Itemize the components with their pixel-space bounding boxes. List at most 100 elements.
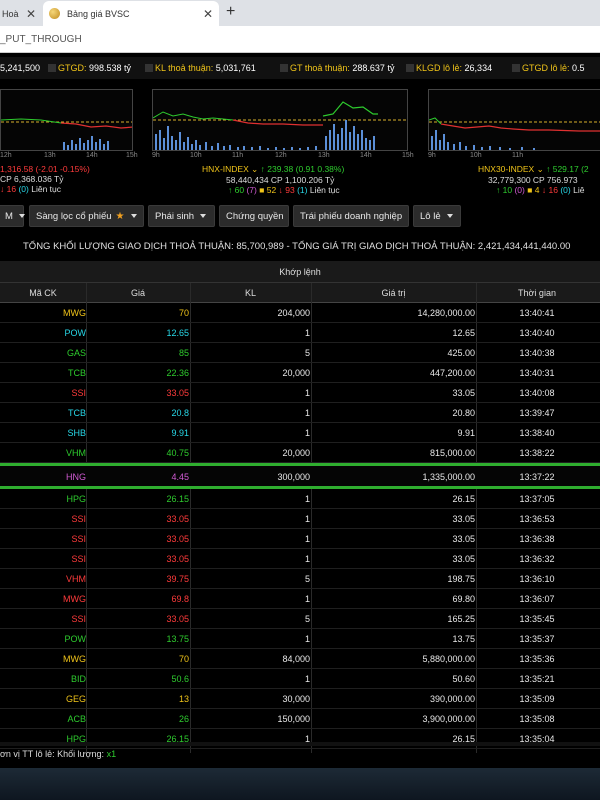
stock-screener-dropdown[interactable]: Sàng lọc cổ phiếu ★	[29, 205, 144, 227]
table-group-header: Khớp lệnh	[0, 261, 600, 283]
table-row[interactable]: GEG 13 30,000 390,000.00 13:35:09	[0, 689, 600, 709]
cell-price: 4.45	[171, 472, 189, 482]
cell-symbol[interactable]: TCB	[0, 408, 86, 418]
table-row[interactable]: HNG 4.45 300,000 1,335,000.00 13:37:22	[0, 463, 600, 489]
cell-volume: 204,000	[277, 308, 310, 318]
index-3-down-count: 16	[548, 185, 558, 195]
cell-value: 9.91	[457, 428, 475, 438]
index-3-ref-count: 4	[534, 185, 540, 195]
column-header-price[interactable]: Giá	[86, 288, 190, 298]
table-row[interactable]: GAS 85 5 425.00 13:40:38	[0, 343, 600, 363]
filter-bar: M Sàng lọc cổ phiếu ★ Phái sinh Chứng quy…	[0, 205, 600, 229]
new-tab-plus-icon[interactable]: +	[226, 3, 235, 21]
close-icon[interactable]: ✕	[203, 7, 213, 21]
index-1-value: CP 6,368.036 Tỷ	[0, 174, 64, 184]
column-header-value[interactable]: Giá trị	[311, 288, 476, 298]
table-row[interactable]: POW 12.65 1 12.65 13:40:40	[0, 323, 600, 343]
cell-time: 13:35:08	[519, 714, 555, 724]
column-header-volume[interactable]: KL	[190, 288, 311, 298]
warrants-button[interactable]: Chứng quyền	[219, 205, 289, 227]
address-bar[interactable]: _PUT_THROUGH	[0, 26, 600, 53]
cell-value: 13.75	[452, 634, 475, 644]
table-row[interactable]: BID 50.6 1 50.60 13:35:21	[0, 669, 600, 689]
column-header-symbol[interactable]: Mã CK	[0, 288, 86, 298]
table-row[interactable]: SSI 33.05 1 33.05 13:40:08	[0, 383, 600, 403]
cell-symbol[interactable]: SSI	[0, 388, 86, 398]
cell-price: 22.36	[166, 368, 189, 378]
cell-symbol[interactable]: TCB	[0, 368, 86, 378]
table-row[interactable]: MWG 69.8 1 69.80 13:36:07	[0, 589, 600, 609]
close-icon[interactable]: ✕	[26, 7, 36, 21]
table-row[interactable]: SSI 33.05 1 33.05 13:36:38	[0, 529, 600, 549]
cell-symbol[interactable]: GEG	[0, 694, 86, 704]
chevron-down-icon[interactable]: ⌄	[251, 164, 258, 174]
cell-symbol[interactable]: SSI	[0, 554, 86, 564]
cell-symbol[interactable]: GAS	[0, 348, 86, 358]
table-row[interactable]: HPG 26.15 1 26.15 13:35:04	[0, 729, 600, 749]
axis-tick: 12h	[275, 152, 287, 159]
table-row[interactable]: MWG 70 84,000 5,880,000.00 13:35:36	[0, 649, 600, 669]
index-3-name[interactable]: HNX30-INDEX	[478, 164, 534, 174]
cell-symbol[interactable]: MWG	[0, 308, 86, 318]
cell-value: 12.65	[452, 328, 475, 338]
cell-symbol[interactable]: SHB	[0, 428, 86, 438]
cell-symbol[interactable]: MWG	[0, 654, 86, 664]
cell-symbol[interactable]: VHM	[0, 448, 86, 458]
cell-value: 5,880,000.00	[422, 654, 475, 664]
cell-symbol[interactable]: BID	[0, 674, 86, 684]
browser-tab-active[interactable]: Bảng giá BVSC ✕	[43, 1, 219, 26]
cell-symbol[interactable]: SSI	[0, 534, 86, 544]
cell-symbol[interactable]: VHM	[0, 574, 86, 584]
table-row[interactable]: ACB 26 150,000 3,900,000.00 13:35:08	[0, 709, 600, 729]
table-row[interactable]: MWG 70 204,000 14,280,000.00 13:40:41	[0, 303, 600, 323]
corporate-bonds-button[interactable]: Trái phiếu doanh nghiệp	[293, 205, 409, 227]
cell-symbol[interactable]: SSI	[0, 514, 86, 524]
table-row[interactable]: HPG 26.15 1 26.15 13:37:05	[0, 489, 600, 509]
index-1-floor-count: (0)	[18, 184, 29, 194]
arrow-up-icon: ↑	[228, 185, 233, 195]
cell-time: 13:35:37	[519, 634, 555, 644]
footer-label: ơn vị TT lô lẻ: Khối lượng:	[0, 749, 105, 759]
cell-volume: 1	[304, 594, 310, 604]
table-row[interactable]: SSI 33.05 1 33.05 13:36:32	[0, 549, 600, 569]
odd-lot-dropdown[interactable]: Lô lẻ	[413, 205, 461, 227]
cell-symbol[interactable]: MWG	[0, 594, 86, 604]
cell-symbol[interactable]: SSI	[0, 614, 86, 624]
cell-volume: 20,000	[282, 448, 310, 458]
table-row[interactable]: TCB 20.8 1 20.80 13:39:47	[0, 403, 600, 423]
browser-tab-1[interactable]: Hoà ✕	[0, 1, 40, 26]
index-3-info: HNX30-INDEX ⌄ ↑ 529.17 (2 32,779,300 CP …	[478, 164, 589, 195]
index-2-header: HNX-INDEX ⌄ ↑ 239.38 (0.91 0.38%)	[202, 164, 344, 175]
table-row[interactable]: SSI 33.05 1 33.05 13:36:53	[0, 509, 600, 529]
index-chart-2[interactable]	[152, 89, 408, 151]
market-dropdown[interactable]: M	[0, 205, 25, 227]
table-row[interactable]: POW 13.75 1 13.75 13:35:37	[0, 629, 600, 649]
summary-gtgd-label: GTGD:	[58, 63, 87, 73]
cell-value: 33.05	[452, 554, 475, 564]
column-header-time[interactable]: Thời gian	[476, 288, 598, 298]
index-chart-3[interactable]	[428, 89, 600, 151]
cell-volume: 1	[304, 494, 310, 504]
table-row[interactable]: SSI 33.05 5 165.25 13:35:45	[0, 609, 600, 629]
cell-symbol[interactable]: HNG	[0, 472, 86, 482]
axis-tick: 12h	[0, 152, 12, 159]
derivatives-dropdown[interactable]: Phái sinh	[148, 205, 215, 227]
table-row[interactable]: TCB 22.36 20,000 447,200.00 13:40:31	[0, 363, 600, 383]
cell-symbol[interactable]: ACB	[0, 714, 86, 724]
chevron-down-icon[interactable]: ⌄	[537, 164, 544, 174]
cell-volume: 1	[304, 534, 310, 544]
summary-kl-label: KL thoả thuận:	[155, 63, 214, 73]
table-row[interactable]: SHB 9.91 1 9.91 13:38:40	[0, 423, 600, 443]
table-row[interactable]: VHM 40.75 20,000 815,000.00 13:38:22	[0, 443, 600, 463]
horizontal-scrollbar[interactable]	[0, 742, 600, 746]
cell-symbol[interactable]: POW	[0, 328, 87, 338]
address-text[interactable]: _PUT_THROUGH	[0, 34, 82, 45]
table-row[interactable]: VHM 39.75 5 198.75 13:36:10	[0, 569, 600, 589]
cell-volume: 20,000	[282, 368, 310, 378]
cell-symbol[interactable]: POW	[0, 634, 87, 644]
index-2-name[interactable]: HNX-INDEX	[202, 164, 249, 174]
arrow-up-icon: ↑	[546, 164, 551, 174]
index-chart-1[interactable]	[0, 89, 133, 151]
summary-klgd-label: KLGD lô lẻ:	[416, 63, 463, 73]
cell-symbol[interactable]: HPG	[0, 494, 86, 504]
